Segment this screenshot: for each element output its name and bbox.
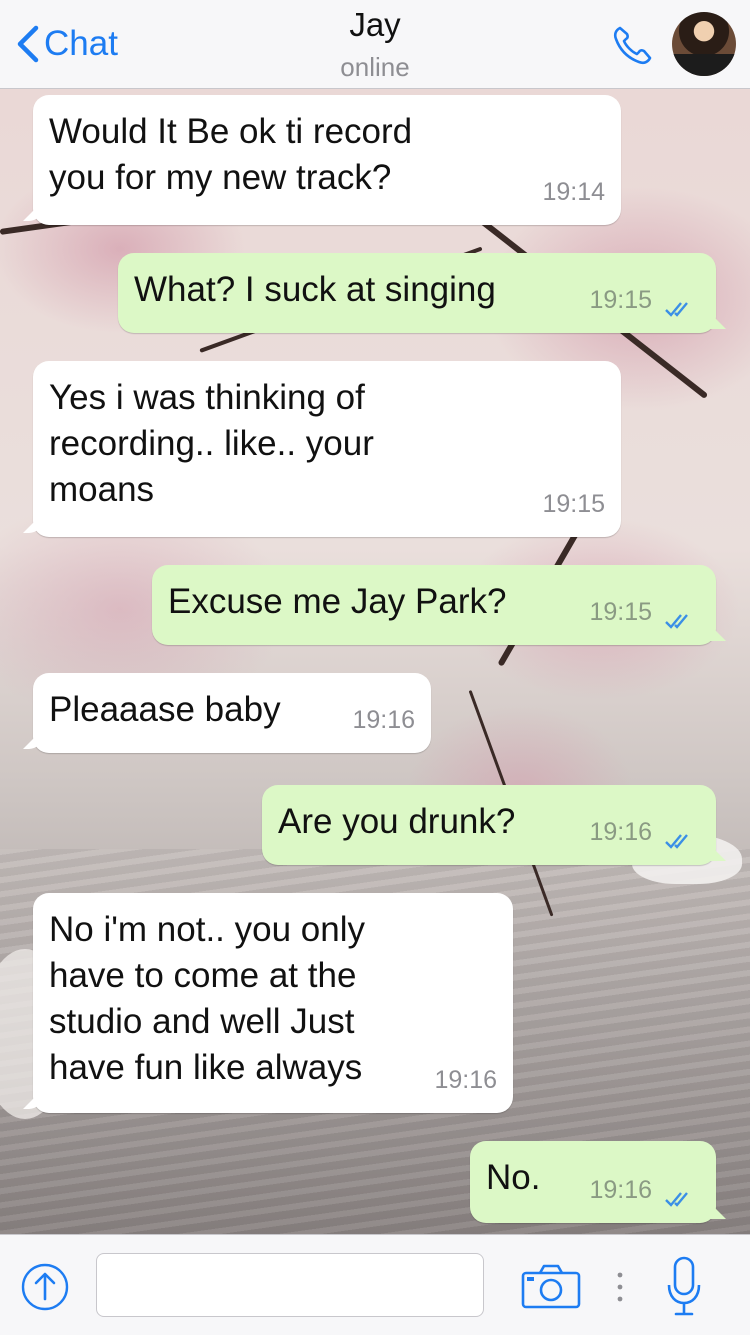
message-time: 19:14 bbox=[542, 178, 605, 206]
double-check-icon bbox=[665, 1192, 688, 1207]
message-text: Are you drunk? bbox=[278, 802, 516, 841]
message-time: 19:16 bbox=[434, 1066, 497, 1094]
double-check-icon bbox=[665, 302, 688, 317]
message-time: 19:15 bbox=[589, 286, 652, 314]
upload-icon[interactable] bbox=[20, 1262, 70, 1312]
contact-avatar[interactable] bbox=[672, 12, 736, 76]
message-bubble-incoming[interactable]: Would It Be ok ti record you for my new … bbox=[23, 95, 621, 225]
message-bubble-incoming[interactable]: Pleaaase baby 19:16 bbox=[23, 673, 431, 753]
camera-icon[interactable] bbox=[520, 1263, 582, 1311]
message-bubble-outgoing[interactable]: Are you drunk? 19:16 bbox=[262, 785, 726, 865]
phone-icon[interactable] bbox=[610, 22, 656, 68]
double-check-icon bbox=[665, 614, 688, 629]
message-input-bar bbox=[0, 1234, 750, 1335]
message-bubble-outgoing[interactable]: No. 19:16 bbox=[470, 1141, 726, 1223]
message-text: No i'm not.. you only have to come at th… bbox=[49, 910, 365, 1087]
bubble-tail bbox=[23, 201, 43, 221]
microphone-icon[interactable] bbox=[666, 1255, 702, 1319]
bubble-tail bbox=[706, 621, 726, 641]
message-time: 19:16 bbox=[589, 1176, 652, 1204]
more-icon[interactable] bbox=[615, 1269, 625, 1305]
message-bubble-incoming[interactable]: No i'm not.. you only have to come at th… bbox=[23, 893, 513, 1113]
message-text: Pleaaase baby bbox=[49, 690, 281, 729]
message-input[interactable] bbox=[96, 1253, 484, 1317]
message-bubble-incoming[interactable]: Yes i was thinking of recording.. like..… bbox=[23, 361, 621, 537]
avatar-shirt bbox=[672, 54, 736, 76]
message-text: Would It Be ok ti record you for my new … bbox=[49, 112, 413, 197]
message-text: What? I suck at singing bbox=[134, 270, 496, 309]
message-bubble-outgoing[interactable]: Excuse me Jay Park? 19:15 bbox=[152, 565, 726, 645]
message-time: 19:16 bbox=[352, 706, 415, 734]
message-time: 19:15 bbox=[589, 598, 652, 626]
bubble-tail bbox=[23, 513, 43, 533]
message-text: No. bbox=[486, 1158, 541, 1197]
message-text: Excuse me Jay Park? bbox=[168, 582, 507, 621]
message-list[interactable]: Would It Be ok ti record you for my new … bbox=[0, 89, 750, 1234]
message-bubble-outgoing[interactable]: What? I suck at singing 19:15 bbox=[118, 253, 726, 333]
message-time: 19:16 bbox=[589, 818, 652, 846]
chat-header: Chat Jay online bbox=[0, 0, 750, 89]
message-text: Yes i was thinking of recording.. like..… bbox=[49, 378, 374, 509]
bubble-tail bbox=[706, 309, 726, 329]
message-time: 19:15 bbox=[542, 490, 605, 518]
bubble-tail bbox=[23, 729, 43, 749]
double-check-icon bbox=[665, 834, 688, 849]
